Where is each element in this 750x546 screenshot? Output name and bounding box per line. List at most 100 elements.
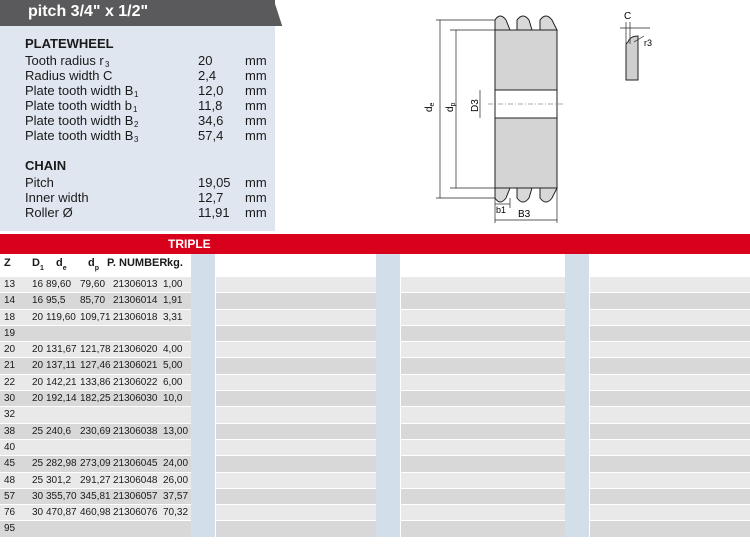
header-dp: dp	[88, 257, 100, 272]
cell-z: 30	[4, 393, 16, 405]
cell-z: 21	[4, 360, 16, 372]
cell-de: 240,6	[46, 425, 72, 437]
cell-dp: 460,98	[80, 507, 111, 519]
table-row: 76 30 470,87 460,98 21306076 70,32	[0, 504, 750, 521]
cell-kg: 37,57	[163, 490, 189, 502]
header-stripe	[191, 254, 215, 276]
spec-label: Roller Ø	[25, 205, 73, 220]
cell-de: 131,67	[46, 344, 77, 356]
cell-d1: 20	[32, 360, 44, 372]
cell-de: 142,21	[46, 376, 77, 388]
tooth-detail-drawing: C r3	[620, 11, 652, 81]
cell-z: 40	[4, 441, 16, 453]
header-z: Z	[4, 257, 11, 269]
table-row: 20 20 131,67 121,78 21306020 4,00	[0, 341, 750, 358]
cell-pn: 21306021	[113, 360, 158, 372]
platewheel-heading: PLATEWHEEL	[25, 36, 114, 51]
table-row: 13 16 89,60 79,60 21306013 1,00	[0, 276, 750, 293]
cell-dp: 79,60	[80, 279, 106, 290]
cell-z: 19	[4, 327, 16, 339]
column-stripe	[589, 276, 590, 537]
cell-z: 48	[4, 474, 16, 486]
cell-pn: 21306014	[113, 295, 158, 307]
cell-z: 20	[4, 344, 16, 356]
spec-row: Plate tooth width B 2 34,6 mm	[25, 113, 267, 129]
cell-pn: 21306045	[113, 458, 158, 470]
cell-d1: 25	[32, 458, 44, 470]
table-row: 32	[0, 406, 750, 423]
spec-label: Pitch	[25, 175, 54, 190]
column-stripe	[191, 276, 215, 537]
cell-dp: 109,71	[80, 311, 111, 323]
page-title: pitch 3/4" x 1/2"	[0, 0, 275, 26]
spec-unit: mm	[245, 83, 267, 98]
spec-unit: mm	[245, 190, 267, 205]
cell-kg: 1,91	[163, 295, 183, 307]
cell-dp: 273,09	[80, 458, 111, 470]
spec-row: Radius width C 2,4 mm	[25, 68, 267, 83]
spec-subscript: 1	[134, 90, 139, 99]
cell-pn: 21306048	[113, 474, 158, 486]
cell-de: 355,70	[46, 490, 77, 502]
spec-label: Plate tooth width B	[25, 113, 134, 128]
spec-row: Plate tooth width B 1 12,0 mm	[25, 83, 267, 99]
cell-d1: 25	[32, 474, 44, 486]
section-bar-triple: TRIPLE	[0, 234, 750, 254]
label-c: C	[624, 11, 631, 22]
cell-z: 32	[4, 409, 16, 421]
chain-block: CHAIN Pitch 19,05 mm Inner width 12,7 mm Rolle…	[25, 158, 267, 220]
cell-d1: 20	[32, 376, 44, 388]
label-dp: dp	[445, 102, 457, 112]
spec-label: Tooth radius r	[25, 53, 104, 68]
spec-label: Plate tooth width B	[25, 83, 134, 98]
cell-pn: 21306018	[113, 311, 158, 323]
cell-z: 14	[4, 295, 16, 307]
spec-unit: mm	[245, 53, 267, 68]
label-d3: D3	[470, 99, 481, 112]
label-b3: B3	[518, 209, 531, 220]
cell-z: 38	[4, 425, 16, 437]
spec-unit: mm	[245, 205, 267, 220]
spec-value: 19,05	[198, 175, 231, 190]
cell-d1: 16	[32, 295, 44, 307]
spec-unit: mm	[245, 175, 267, 190]
spec-unit: mm	[245, 128, 267, 143]
header-d1: D1	[32, 257, 44, 272]
cell-pn: 21306020	[113, 344, 158, 356]
spec-value: 11,8	[198, 98, 223, 113]
table-row: 19	[0, 324, 750, 342]
cell-d1: 16	[32, 279, 44, 290]
table-row: 22 20 142,21 133,86 21306022 6,00	[0, 373, 750, 391]
header-kg: kg.	[167, 257, 183, 269]
cell-de: 119,60	[46, 311, 76, 323]
cell-kg: 24,00	[163, 458, 189, 470]
cell-z: 95	[4, 523, 16, 535]
spec-label: Inner width	[25, 190, 89, 205]
spec-label: Plate tooth width b	[25, 98, 132, 113]
cell-dp: 133,86	[80, 376, 111, 388]
column-stripe	[400, 276, 401, 537]
cell-kg: 26,00	[163, 474, 189, 486]
cell-kg: 10,0	[163, 393, 183, 405]
spec-subscript: 3	[134, 135, 139, 144]
table-row: 40	[0, 438, 750, 456]
column-stripe	[376, 276, 400, 537]
cell-pn: 21306076	[113, 507, 158, 519]
label-de: de	[424, 102, 436, 112]
sprocket-table: Z D1 de dp P. NUMBER kg. 13 16 89,60 79,60 2…	[0, 254, 750, 537]
specs-panel: PLATEWHEEL Tooth radius r 3 20 mm Radius wid…	[0, 26, 275, 231]
spec-row: Tooth radius r 3 20 mm	[25, 53, 267, 69]
spec-value: 20	[198, 53, 213, 68]
cell-d1: 30	[32, 490, 44, 502]
cell-de: 137,11	[46, 360, 76, 372]
table-row: 18 20 119,60 109,71 21306018 3,31	[0, 308, 750, 325]
spec-value: 12,7	[198, 190, 224, 205]
spec-row: Plate tooth width B 3 57,4 mm	[25, 128, 267, 144]
cell-de: 301,2	[46, 474, 72, 486]
spec-value: 12,0	[198, 83, 224, 98]
cell-z: 22	[4, 376, 16, 388]
table-row: 95	[0, 520, 750, 537]
cell-d1: 25	[32, 425, 44, 437]
spec-subscript: 2	[134, 120, 139, 129]
cell-pn: 21306057	[113, 490, 158, 502]
